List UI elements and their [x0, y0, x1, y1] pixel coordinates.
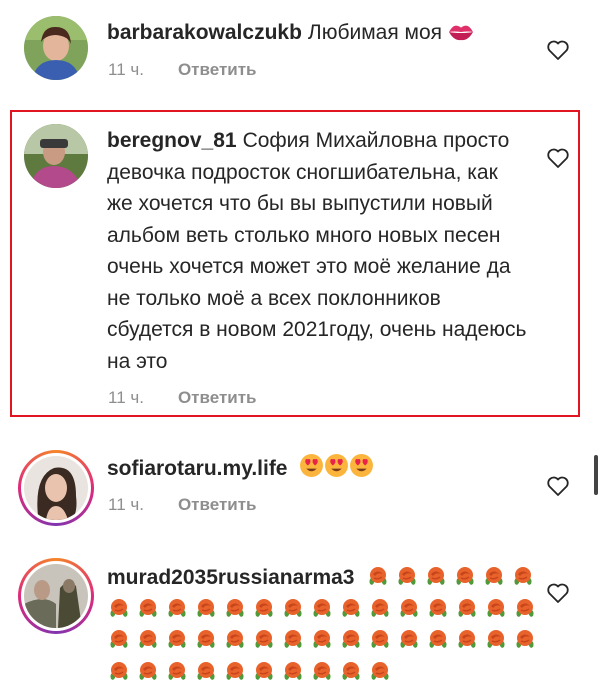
heart-eyes-face-icon — [324, 453, 349, 488]
comment-body: София Михайловна просто девочка подросто… — [107, 129, 527, 373]
scrollbar[interactable] — [594, 455, 598, 495]
rose-icon — [339, 659, 363, 683]
rose-icon — [366, 564, 390, 588]
rose-icon — [107, 596, 131, 620]
comment-username[interactable]: beregnov_81 — [107, 129, 237, 152]
rose-icon — [484, 596, 508, 620]
heart-eyes-face-icon — [349, 453, 374, 488]
comment-meta: 11 ч. Ответить — [108, 495, 257, 515]
avatar — [24, 564, 88, 628]
rose-icon — [455, 627, 479, 651]
comment-username[interactable]: sofiarotaru.my.life — [107, 457, 288, 480]
rose-icon — [310, 596, 334, 620]
like-heart-icon[interactable] — [546, 582, 570, 604]
rose-icon — [424, 564, 448, 588]
comment-text: barbarakowalczukb Любимая моя — [107, 17, 527, 52]
story-avatar[interactable] — [18, 558, 94, 634]
avatar[interactable] — [24, 124, 88, 188]
rose-icon — [484, 627, 508, 651]
rose-icon — [281, 596, 305, 620]
rose-icon — [107, 659, 131, 683]
rose-icon — [252, 659, 276, 683]
rose-icon — [339, 596, 363, 620]
rose-icon — [511, 564, 535, 588]
rose-icon — [107, 627, 131, 651]
rose-icon — [252, 627, 276, 651]
rose-icon — [223, 627, 247, 651]
comment-time: 11 ч. — [108, 495, 144, 514]
comment-username[interactable]: barbarakowalczukb — [107, 21, 302, 44]
comment-time: 11 ч. — [108, 388, 144, 407]
rose-icon — [223, 596, 247, 620]
like-heart-icon[interactable] — [546, 475, 570, 497]
rose-icon — [455, 596, 479, 620]
rose-icon — [310, 627, 334, 651]
comment-time: 11 ч. — [108, 60, 144, 79]
rose-icon — [165, 627, 189, 651]
rose-icon — [281, 659, 305, 683]
kiss-lips-icon — [448, 20, 474, 52]
rose-icon — [368, 596, 392, 620]
rose-icon — [395, 564, 419, 588]
heart-eyes-face-icon — [299, 453, 324, 488]
reply-button[interactable]: Ответить — [178, 60, 257, 79]
comment-meta: 11 ч. Ответить — [108, 388, 257, 408]
rose-icon — [453, 564, 477, 588]
comment-text: murad2035russianarma3 — [107, 562, 547, 688]
rose-icon — [397, 627, 421, 651]
comment-username[interactable]: murad2035russianarma3 — [107, 566, 354, 589]
rose-icon — [513, 627, 537, 651]
avatar[interactable] — [24, 16, 88, 80]
rose-icon — [165, 659, 189, 683]
rose-icon — [339, 627, 363, 651]
reply-button[interactable]: Ответить — [178, 388, 257, 407]
rose-icon — [368, 659, 392, 683]
like-heart-icon[interactable] — [546, 147, 570, 169]
rose-icon — [136, 659, 160, 683]
rose-icon — [482, 564, 506, 588]
comment-body: Любимая моя — [307, 21, 443, 44]
rose-icon — [310, 659, 334, 683]
rose-icon — [136, 627, 160, 651]
rose-icon — [136, 596, 160, 620]
comment-text: beregnov_81 София Михайловна просто девоч… — [107, 125, 527, 377]
rose-icon — [426, 596, 450, 620]
rose-icon — [426, 627, 450, 651]
rose-icon — [397, 596, 421, 620]
like-heart-icon[interactable] — [546, 39, 570, 61]
comment-text: sofiarotaru.my.life — [107, 453, 527, 488]
rose-icon — [165, 596, 189, 620]
rose-icon — [281, 627, 305, 651]
rose-icon — [223, 659, 247, 683]
rose-icon — [194, 659, 218, 683]
rose-icon — [252, 596, 276, 620]
rose-icon — [194, 627, 218, 651]
rose-icon — [368, 627, 392, 651]
story-avatar[interactable] — [18, 450, 94, 526]
rose-icon — [513, 596, 537, 620]
comment-meta: 11 ч. Ответить — [108, 60, 257, 80]
rose-icon — [194, 596, 218, 620]
avatar — [24, 456, 88, 520]
reply-button[interactable]: Ответить — [178, 495, 257, 514]
